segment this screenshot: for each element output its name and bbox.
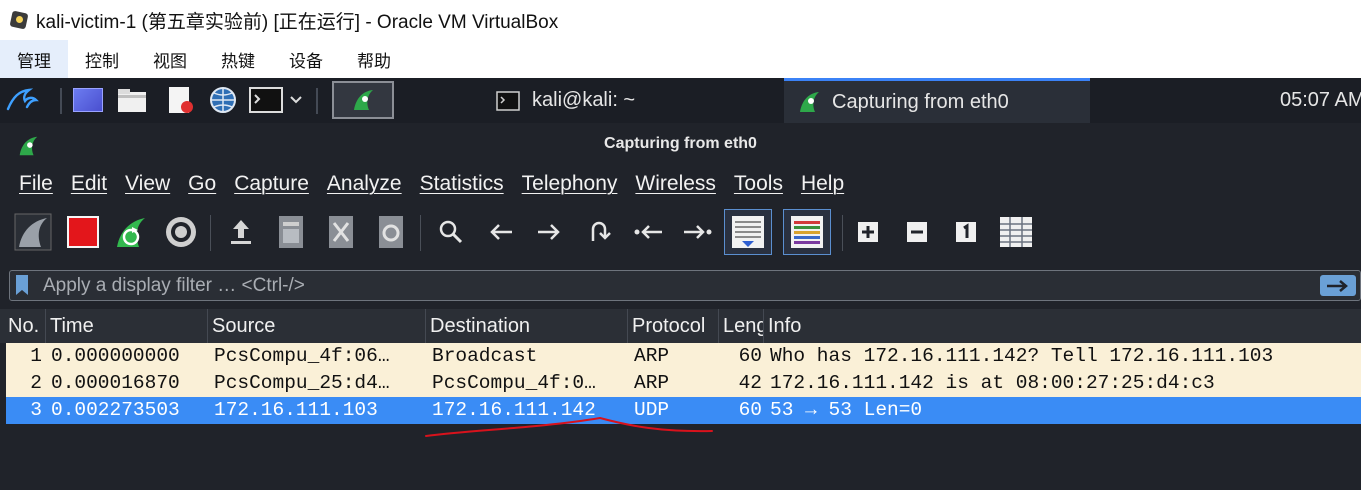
taskbar-wireshark-label: Capturing from eth0 bbox=[832, 90, 1009, 113]
menu-tools[interactable]: Tools bbox=[725, 172, 792, 196]
cell-source: PcsCompu_4f:06… bbox=[214, 345, 390, 367]
panel-clock[interactable]: 05:07 AM bbox=[1280, 78, 1361, 123]
save-file-icon[interactable] bbox=[271, 212, 311, 252]
host-menu-view[interactable]: 视图 bbox=[136, 40, 204, 78]
autoscroll-icon[interactable] bbox=[724, 209, 772, 255]
wireshark-title-bar: Capturing from eth0 bbox=[0, 123, 1361, 165]
packet-list-header: No. Time Source Destination Protocol Len… bbox=[0, 309, 1361, 343]
host-menu-manage[interactable]: 管理 bbox=[0, 40, 68, 78]
cell-no: 2 bbox=[30, 372, 42, 394]
terminal-launcher-icon[interactable] bbox=[248, 84, 308, 116]
column-no[interactable]: No. bbox=[4, 309, 46, 343]
cell-info: 172.16.111.142 is at 08:00:27:25:d4:c3 bbox=[770, 372, 1215, 394]
cell-info: 53 → 53 Len=0 bbox=[770, 399, 923, 421]
taskbar-terminal[interactable]: kali@kali: ~ bbox=[480, 78, 780, 123]
cell-destination: PcsCompu_4f:0… bbox=[432, 372, 596, 394]
table-row-selected[interactable]: 3 0.002273503 172.16.111.103 172.16.111.… bbox=[6, 397, 1361, 424]
taskbar-terminal-label: kali@kali: ~ bbox=[532, 89, 636, 111]
cell-source: PcsCompu_25:d4… bbox=[214, 372, 390, 394]
menu-analyze[interactable]: Analyze bbox=[318, 172, 411, 196]
menu-capture[interactable]: Capture bbox=[225, 172, 318, 196]
host-menu-bar: 管理 控制 视图 热键 设备 帮助 bbox=[0, 40, 1361, 78]
cell-protocol: ARP bbox=[634, 372, 670, 394]
menu-view[interactable]: View bbox=[116, 172, 179, 196]
cell-time: 0.002273503 bbox=[51, 399, 180, 421]
zoom-in-icon[interactable] bbox=[848, 212, 888, 252]
column-protocol[interactable]: Protocol bbox=[628, 309, 719, 343]
cell-length: 60 bbox=[738, 399, 762, 421]
wireshark-fin-icon bbox=[800, 92, 819, 112]
wireshark-launcher-icon[interactable] bbox=[332, 81, 394, 119]
open-file-icon[interactable] bbox=[221, 212, 261, 252]
cell-info: Who has 172.16.111.142? Tell 172.16.111.… bbox=[770, 345, 1274, 367]
cell-source: 172.16.111.103 bbox=[214, 399, 378, 421]
column-destination[interactable]: Destination bbox=[426, 309, 628, 343]
menu-statistics[interactable]: Statistics bbox=[411, 172, 513, 196]
capture-options-icon[interactable] bbox=[161, 212, 201, 252]
wireshark-window-title: Capturing from eth0 bbox=[604, 135, 757, 152]
kali-panel: kali@kali: ~ Capturing from eth0 05:07 A… bbox=[0, 78, 1361, 123]
kali-menu-icon[interactable] bbox=[2, 84, 42, 116]
workspace-switcher-icon[interactable] bbox=[70, 84, 106, 116]
cell-protocol: ARP bbox=[634, 345, 670, 367]
resize-columns-icon[interactable] bbox=[996, 212, 1036, 252]
start-capture-icon[interactable] bbox=[13, 212, 53, 252]
apply-filter-arrow-icon[interactable] bbox=[1320, 275, 1356, 296]
cell-no: 1 bbox=[30, 345, 42, 367]
table-row[interactable]: 2 0.000016870 PcsCompu_25:d4… PcsCompu_4… bbox=[6, 370, 1361, 397]
virtualbox-icon bbox=[8, 9, 30, 31]
column-source[interactable]: Source bbox=[208, 309, 426, 343]
host-menu-devices[interactable]: 设备 bbox=[272, 40, 340, 78]
terminal-icon bbox=[496, 90, 520, 111]
reload-file-icon[interactable] bbox=[371, 212, 411, 252]
go-to-packet-icon[interactable] bbox=[579, 212, 619, 252]
table-row[interactable]: 1 0.000000000 PcsCompu_4f:06… Broadcast … bbox=[6, 343, 1361, 370]
menu-edit[interactable]: Edit bbox=[62, 172, 116, 196]
file-manager-icon[interactable] bbox=[114, 84, 150, 116]
close-file-icon[interactable] bbox=[321, 212, 361, 252]
cell-length: 42 bbox=[738, 372, 762, 394]
cell-length: 60 bbox=[738, 345, 762, 367]
cell-time: 0.000000000 bbox=[51, 345, 180, 367]
first-packet-icon[interactable] bbox=[629, 212, 669, 252]
wireshark-menu-bar: File Edit View Go Capture Analyze Statis… bbox=[0, 165, 1361, 203]
packet-list: 1 0.000000000 PcsCompu_4f:06… Broadcast … bbox=[0, 343, 1361, 490]
go-forward-icon[interactable] bbox=[529, 212, 569, 252]
display-filter-bar bbox=[0, 263, 1361, 309]
host-menu-hotkeys[interactable]: 热键 bbox=[204, 40, 272, 78]
display-filter-box bbox=[9, 270, 1361, 301]
menu-help[interactable]: Help bbox=[792, 172, 853, 196]
restart-capture-icon[interactable] bbox=[111, 212, 151, 252]
go-back-icon[interactable] bbox=[481, 212, 521, 252]
filter-bookmark-icon[interactable] bbox=[15, 274, 33, 298]
display-filter-input[interactable] bbox=[43, 274, 1293, 297]
colorize-icon[interactable] bbox=[783, 209, 831, 255]
stop-capture-icon[interactable] bbox=[63, 212, 103, 252]
host-menu-control[interactable]: 控制 bbox=[68, 40, 136, 78]
host-title-bar: kali-victim-1 (第五章实验前) [正在运行] - Oracle V… bbox=[0, 0, 1361, 40]
normal-size-icon[interactable] bbox=[946, 212, 986, 252]
cell-time: 0.000016870 bbox=[51, 372, 180, 394]
find-packet-icon[interactable] bbox=[431, 212, 471, 252]
cell-destination: Broadcast bbox=[432, 345, 538, 367]
column-info[interactable]: Info bbox=[764, 309, 1361, 343]
cell-no: 3 bbox=[30, 399, 42, 421]
column-time[interactable]: Time bbox=[46, 309, 208, 343]
host-menu-help[interactable]: 帮助 bbox=[340, 40, 408, 78]
cell-destination: 172.16.111.142 bbox=[432, 399, 596, 421]
menu-wireless[interactable]: Wireless bbox=[626, 172, 725, 196]
taskbar-wireshark[interactable]: Capturing from eth0 bbox=[784, 78, 1090, 123]
host-window-title: kali-victim-1 (第五章实验前) [正在运行] - Oracle V… bbox=[36, 11, 559, 33]
menu-file[interactable]: File bbox=[10, 172, 62, 196]
cell-protocol: UDP bbox=[634, 399, 670, 421]
web-browser-icon[interactable] bbox=[206, 84, 240, 116]
zoom-out-icon[interactable] bbox=[897, 212, 937, 252]
menu-telephony[interactable]: Telephony bbox=[513, 172, 627, 196]
text-editor-icon[interactable] bbox=[162, 84, 198, 116]
main-toolbar bbox=[0, 203, 1361, 263]
menu-go[interactable]: Go bbox=[179, 172, 225, 196]
column-length[interactable]: Length bbox=[719, 309, 764, 343]
last-packet-icon[interactable] bbox=[677, 212, 717, 252]
